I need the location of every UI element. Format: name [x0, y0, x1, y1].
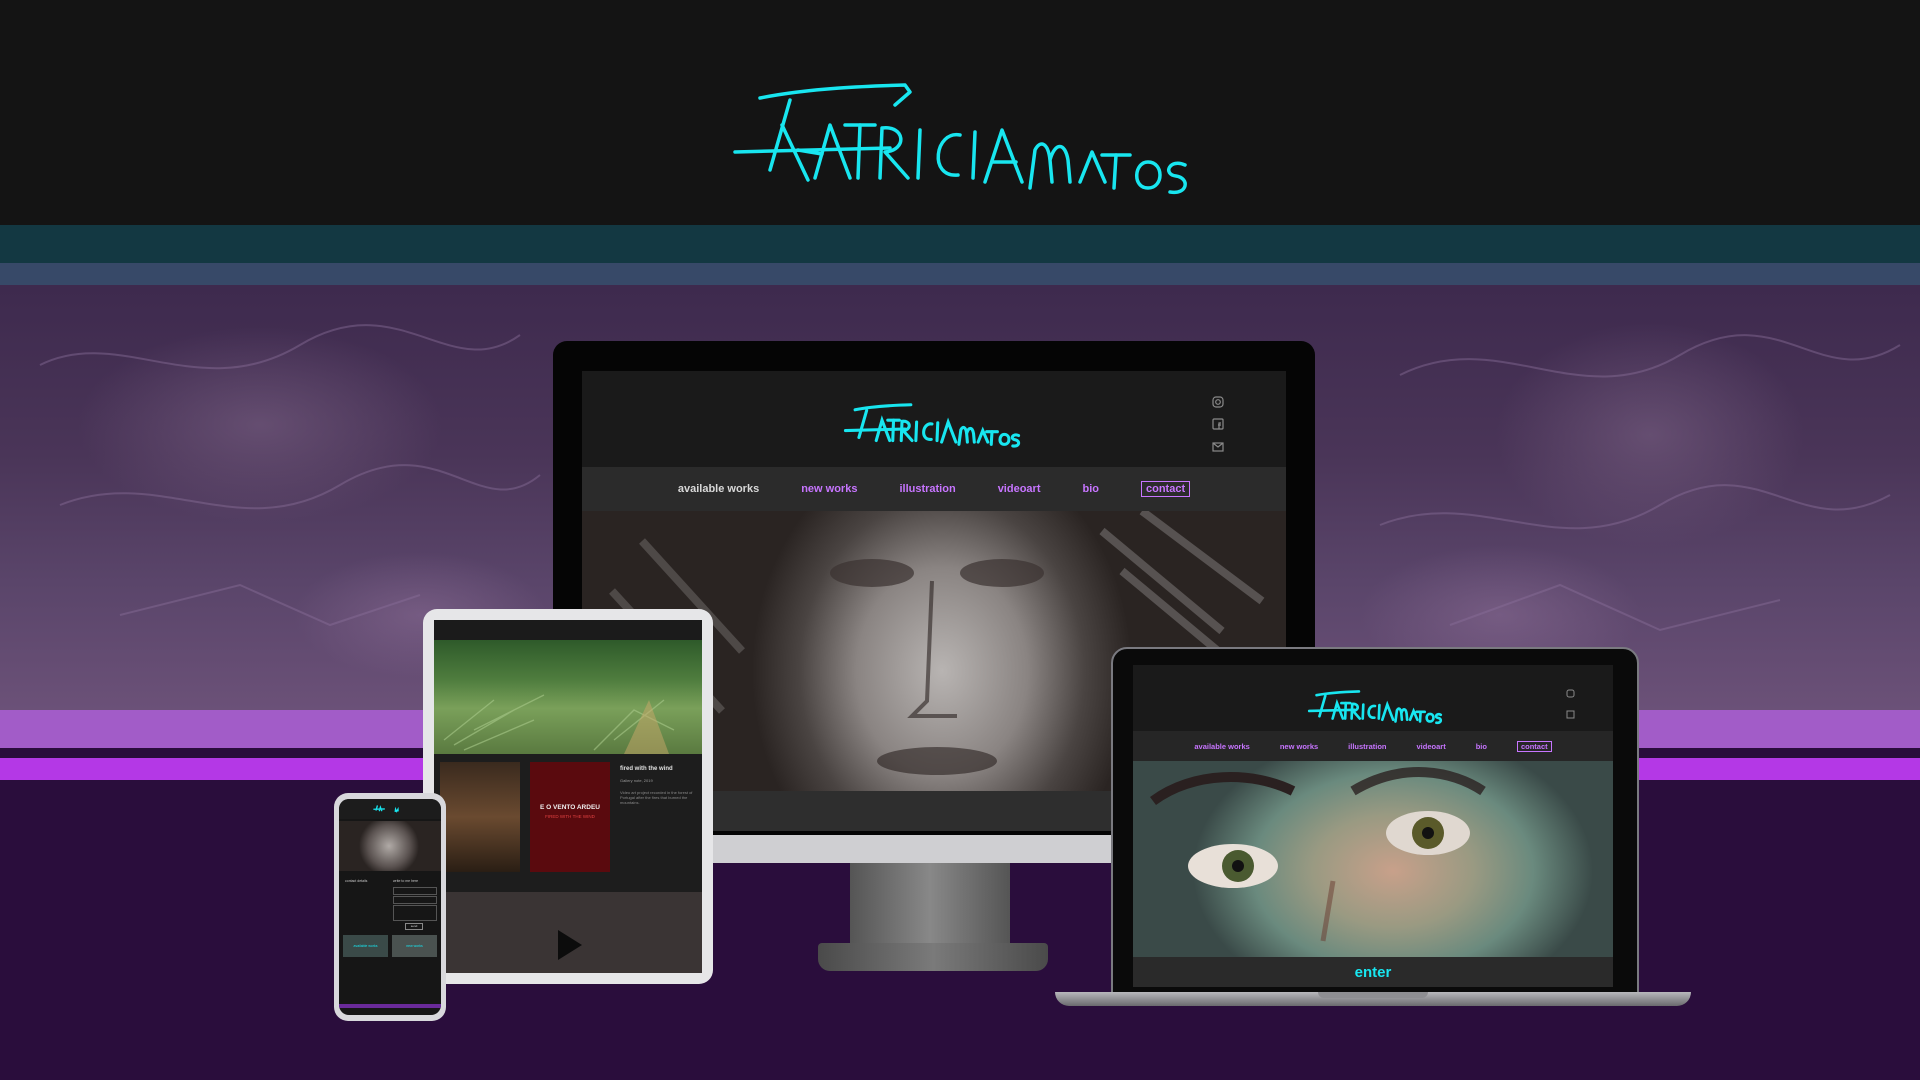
- tablet-site-screen: E O VENTO ARDEU FIRED WITH THE WIND fire…: [434, 620, 702, 973]
- post-title: fired with the wind: [620, 766, 673, 772]
- write-to-me-label: write to me here: [393, 879, 419, 883]
- teal-stripe: [0, 225, 1920, 263]
- name-field[interactable]: [393, 887, 437, 895]
- tablet-top-strip: [434, 620, 702, 640]
- site-header: [582, 371, 1286, 467]
- tile-available-works[interactable]: available works: [343, 935, 388, 957]
- phone-site-screen: contact details write to me here send av…: [339, 799, 441, 1015]
- nav-videoart[interactable]: videoart: [998, 483, 1041, 495]
- facebook-icon[interactable]: [1212, 417, 1224, 435]
- nav-available-works[interactable]: available works: [678, 483, 759, 495]
- instagram-icon[interactable]: [1566, 685, 1575, 703]
- portrait-eyes: [1150, 767, 1486, 942]
- nav-illustration[interactable]: illustration: [899, 483, 955, 495]
- forest-photo: [434, 640, 702, 754]
- contact-details-label: contact details: [345, 879, 368, 883]
- nav-bio[interactable]: bio: [1082, 483, 1099, 495]
- laptop-site-screen: available works new works illustration v…: [1133, 665, 1613, 987]
- play-icon[interactable]: [558, 930, 582, 960]
- instagram-icon[interactable]: [1212, 395, 1224, 413]
- monitor-stand-base: [818, 943, 1048, 971]
- laptop-site-nav: available works new works illustration v…: [1133, 731, 1613, 761]
- video-poster-thumbnail: E O VENTO ARDEU FIRED WITH THE WIND: [530, 762, 610, 872]
- monitor-stand-neck: [850, 863, 1010, 943]
- site-nav: available works new works illustration v…: [582, 467, 1286, 511]
- nav-videoart[interactable]: videoart: [1417, 742, 1446, 751]
- phone-header: [339, 799, 441, 819]
- fern-strokes: [443, 694, 675, 754]
- nav-available-works[interactable]: available works: [1194, 742, 1249, 751]
- nav-illustration[interactable]: illustration: [1348, 742, 1386, 751]
- send-button[interactable]: send: [405, 923, 423, 930]
- nav-new-works[interactable]: new works: [1280, 742, 1318, 751]
- laptop-site-header: [1133, 665, 1613, 740]
- email-field[interactable]: [393, 896, 437, 904]
- tile-new-works[interactable]: new works: [392, 935, 437, 957]
- laptop-hero-portrait: [1133, 761, 1613, 957]
- poster-title: E O VENTO ARDEU: [540, 804, 600, 811]
- video-player[interactable]: [434, 892, 702, 973]
- forest-path-thumbnail: [440, 762, 520, 872]
- mail-icon[interactable]: [1212, 439, 1224, 457]
- steel-stripe: [0, 263, 1920, 285]
- laptop-notch: [1318, 992, 1428, 998]
- nav-new-works[interactable]: new works: [801, 483, 857, 495]
- nav-contact[interactable]: contact: [1140, 481, 1191, 497]
- phone-hero-portrait: [339, 821, 441, 871]
- nav-contact[interactable]: contact: [1516, 740, 1552, 752]
- facebook-icon[interactable]: [1566, 706, 1575, 724]
- signature-logo: [730, 70, 1190, 200]
- nav-bio[interactable]: bio: [1476, 742, 1487, 751]
- site-signature-logo: [843, 403, 1021, 448]
- post-meta: Gallery note, 2019: [620, 778, 653, 783]
- post-body: Video art project recorded in the forest…: [620, 790, 693, 805]
- phone-signature-logo: [373, 805, 399, 813]
- phone-footer-stripe: [339, 1004, 441, 1008]
- enter-bar: enter: [1133, 957, 1613, 987]
- enter-button[interactable]: enter: [1355, 964, 1392, 981]
- laptop-signature-logo: [1307, 690, 1443, 725]
- message-field[interactable]: [393, 905, 437, 921]
- poster-subtitle: FIRED WITH THE WIND: [545, 814, 595, 819]
- social-icons: [1212, 395, 1224, 457]
